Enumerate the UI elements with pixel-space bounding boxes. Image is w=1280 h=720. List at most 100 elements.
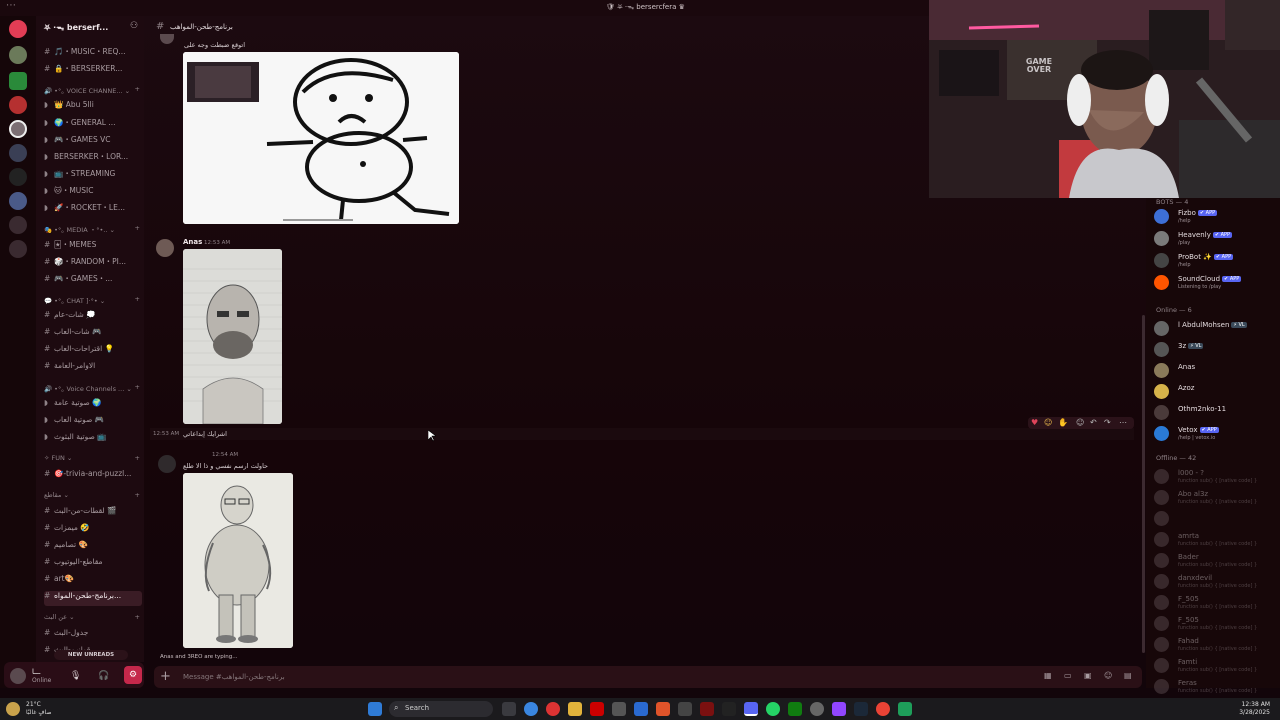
channel-item[interactable]: ◗ BERSERKER・LOR... [44, 151, 142, 166]
more-options-icon[interactable]: ⋯ [1119, 418, 1127, 427]
message-image-portrait-sketch[interactable] [183, 249, 282, 424]
sticker-icon[interactable]: ▣ [1084, 671, 1092, 680]
emoji-icon[interactable]: ☺ [1104, 671, 1112, 680]
add-server-icon[interactable] [9, 216, 27, 234]
app-icon[interactable] [678, 702, 692, 716]
channel-category[interactable]: 💬 •°｡ CHAT ]·°• ⌄ + [44, 295, 142, 310]
add-reaction-icon[interactable]: ☺ [1076, 418, 1084, 427]
add-channel-icon[interactable]: + [135, 224, 140, 232]
member-item[interactable]: Othm2nko-11 [1154, 402, 1276, 422]
windows-start-icon[interactable] [368, 702, 382, 716]
member-item[interactable] [1154, 508, 1276, 528]
server-name[interactable]: ⛧ ·ᯓ berserf... [44, 22, 108, 33]
channel-item[interactable]: # 🎯-trivia-and-puzzl... [44, 469, 142, 484]
channel-item[interactable]: # شات-العاب 🎮 [44, 327, 142, 342]
message-input[interactable]: Message #برنامج-طحن-المواهب [183, 673, 285, 681]
channel-item[interactable]: # اقتراحات-العاب 💡 [44, 344, 142, 359]
add-channel-icon[interactable]: + [135, 454, 140, 462]
member-item[interactable]: Azoz [1154, 381, 1276, 401]
member-item[interactable]: Fizbo ✔ APP/help [1154, 206, 1276, 226]
taskbar-clock[interactable]: 12:38 AM 3/28/2025 [1230, 701, 1270, 717]
add-channel-icon[interactable]: + [135, 613, 140, 621]
hand-reaction-icon[interactable]: ✋ [1058, 418, 1068, 427]
add-member-icon[interactable]: ⚇ [130, 21, 138, 31]
channel-item[interactable]: # تصاميم 🎨 [44, 540, 142, 555]
file-explorer-icon[interactable] [568, 702, 582, 716]
server-icon[interactable] [9, 72, 27, 90]
add-channel-icon[interactable]: + [135, 295, 140, 303]
avatar[interactable] [10, 668, 26, 684]
channel-category[interactable]: 🔊 •°｡ VOICE CHANNE... ⌄ + [44, 85, 142, 100]
member-item[interactable]: F_505 function sub() { [native code] } [1154, 613, 1276, 633]
member-item[interactable]: 3z ⚡ VL [1154, 339, 1276, 359]
microphone-icon[interactable]: 🎙 [70, 671, 81, 681]
server-icon[interactable] [9, 46, 27, 64]
channel-item[interactable]: ◗ 🐱・MUSIC [44, 185, 142, 200]
channel-category[interactable]: 🔊 •°｡ Voice Channels ... ⌄ + [44, 383, 142, 398]
member-item[interactable]: SoundCloud ✔ APP Listening to /play [1154, 272, 1276, 292]
app-icon[interactable] [722, 702, 736, 716]
message-image-figure-sketch[interactable] [183, 473, 293, 648]
app-icon[interactable] [898, 702, 912, 716]
avatar[interactable] [158, 455, 176, 473]
channel-item[interactable]: # 🎵・MUSIC・REQ... [44, 46, 142, 61]
forward-icon[interactable]: ↷ [1104, 418, 1111, 427]
member-list-scrollbar[interactable] [1142, 315, 1145, 653]
member-item[interactable]: l000 - ? function sub() { [native code] } [1154, 466, 1276, 486]
channel-item[interactable]: # مقاطع-اليوتيوب [44, 557, 142, 572]
channel-item[interactable]: ◗ 🎮・GAMES VC [44, 134, 142, 149]
apps-icon[interactable]: ▤ [1124, 671, 1132, 680]
member-item[interactable]: Fahad function sub() { [native code] } [1154, 634, 1276, 654]
server-icon[interactable] [9, 96, 27, 114]
channel-item[interactable]: ◗ صوتية البثوث 📺 [44, 432, 142, 447]
gift-icon[interactable]: ▦ [1044, 671, 1052, 680]
channel-item[interactable]: # شات-عام 💭 [44, 310, 142, 325]
server-icon-active[interactable] [9, 120, 27, 138]
heart-reaction-icon[interactable]: ♥ [1031, 418, 1038, 427]
smile-reaction-icon[interactable]: ☺ [1044, 418, 1052, 427]
channel-item[interactable]: # 🃏・MEMES [44, 239, 142, 254]
mail-icon[interactable] [634, 702, 648, 716]
channel-item[interactable]: # 🎲・RANDOM・PI... [44, 256, 142, 271]
server-icon[interactable] [9, 168, 27, 186]
app-icon[interactable] [700, 702, 714, 716]
channel-item[interactable]: # جدول-البث [44, 628, 142, 643]
channel-category[interactable]: ✧ FUN ⌄ + [44, 454, 142, 469]
discord-home-icon[interactable] [9, 20, 27, 38]
server-icon[interactable] [9, 192, 27, 210]
youtube-icon[interactable] [590, 702, 604, 716]
member-item[interactable]: amrta function sub() { [native code] } [1154, 529, 1276, 549]
twitch-icon[interactable] [832, 702, 846, 716]
brave-icon[interactable] [656, 702, 670, 716]
member-item[interactable]: Heavenly ✔ APP/play [1154, 228, 1276, 248]
attach-plus-icon[interactable]: + [160, 669, 171, 684]
channel-category[interactable]: عن البث ⌄ + [44, 613, 142, 628]
discover-icon[interactable] [9, 240, 27, 258]
gif-icon[interactable]: ▭ [1064, 671, 1072, 680]
add-channel-icon[interactable]: + [135, 383, 140, 391]
member-item[interactable]: danxdevil function sub() { [native code] … [1154, 571, 1276, 591]
headphones-icon[interactable]: 🎧 [98, 671, 109, 681]
channel-item[interactable]: # 🔒・BERSERKER... [44, 63, 142, 78]
server-icon[interactable] [9, 144, 27, 162]
app-icon[interactable] [612, 702, 626, 716]
window-menu-icon[interactable]: ⋯ [6, 0, 17, 11]
weather-widget[interactable]: 21°C صافٍ غالبًا [26, 701, 51, 717]
app-icon[interactable] [546, 702, 560, 716]
member-item[interactable]: Anas [1154, 360, 1276, 380]
settings-icon[interactable] [810, 702, 824, 716]
avatar[interactable] [160, 34, 174, 44]
channel-item[interactable]: # 🎮・GAMES・... [44, 273, 142, 288]
chrome-icon[interactable] [876, 702, 890, 716]
member-item[interactable]: ProBot ✨ ✔ APP/help [1154, 250, 1276, 270]
reply-icon[interactable]: ↶ [1090, 418, 1097, 427]
steam-icon[interactable] [854, 702, 868, 716]
member-item[interactable]: Feras function sub() { [native code] } [1154, 676, 1276, 696]
message-image-drawing[interactable] [183, 52, 459, 224]
channel-item[interactable]: ◗ 🌍・GENERAL ... [44, 117, 142, 132]
channel-category[interactable]: 🎭 •°｡ MEDIA ・°•.. ⌄ + [44, 224, 142, 239]
channel-item[interactable]: ◗ صوتية العاب 🎮 [44, 415, 142, 430]
add-channel-icon[interactable]: + [135, 491, 140, 499]
member-item[interactable]: Bader function sub() { [native code] } [1154, 550, 1276, 570]
discord-taskbar-icon[interactable] [744, 702, 758, 716]
